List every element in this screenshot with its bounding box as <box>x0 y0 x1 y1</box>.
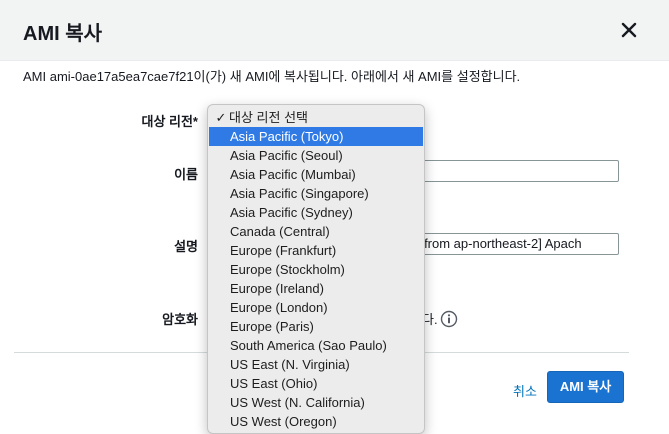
dropdown-option[interactable]: Europe (Stockholm) <box>209 260 423 279</box>
target-region-label: 대상 리전* <box>141 114 198 129</box>
close-button[interactable] <box>619 20 639 40</box>
dropdown-option[interactable]: Europe (Paris) <box>209 317 423 336</box>
region-dropdown-list[interactable]: ✓ 대상 리전 선택 Asia Pacific (Tokyo) Asia Pacif… <box>207 104 425 434</box>
info-button[interactable] <box>440 310 458 328</box>
dropdown-option[interactable]: Canada (Central) <box>209 222 423 241</box>
dropdown-option[interactable]: South America (Sao Paulo) <box>209 336 423 355</box>
dropdown-option[interactable]: Europe (Ireland) <box>209 279 423 298</box>
dropdown-option[interactable]: Asia Pacific (Singapore) <box>209 184 423 203</box>
name-label: 이름 <box>174 167 198 182</box>
dropdown-option[interactable]: US West (Oregon) <box>209 412 423 431</box>
dropdown-option[interactable]: Asia Pacific (Seoul) <box>209 146 423 165</box>
dialog-header: AMI 복사 <box>0 0 669 61</box>
dialog-title: AMI 복사 <box>23 23 103 45</box>
description-input[interactable]: 21 from ap-northeast-2] Apach <box>403 233 619 255</box>
dropdown-option[interactable]: Europe (London) <box>209 298 423 317</box>
name-input[interactable] <box>403 160 619 182</box>
dropdown-option[interactable]: Asia Pacific (Sydney) <box>209 203 423 222</box>
copy-ami-dialog: AMI 복사 AMI ami-0ae17a5ea7cae7f21이(가) 새 A… <box>0 0 669 434</box>
encryption-label: 암호화 <box>162 312 198 327</box>
dropdown-option[interactable]: US East (Ohio) <box>209 374 423 393</box>
checkmark-icon: ✓ <box>215 110 227 125</box>
copy-ami-button[interactable]: AMI 복사 <box>547 371 624 403</box>
dropdown-option[interactable]: US East (N. Virginia) <box>209 355 423 374</box>
dialog-description: AMI ami-0ae17a5ea7cae7f21이(가) 새 AMI에 복사됩… <box>23 69 521 84</box>
dropdown-option[interactable]: Europe (Frankfurt) <box>209 241 423 260</box>
dropdown-option[interactable]: US West (N. California) <box>209 393 423 412</box>
cancel-button[interactable]: 취소 <box>513 381 537 400</box>
description-label: 설명 <box>174 239 198 254</box>
dropdown-option[interactable]: Asia Pacific (Tokyo) <box>209 127 423 146</box>
dropdown-option-placeholder[interactable]: ✓ 대상 리전 선택 <box>209 108 423 127</box>
dropdown-placeholder-label: 대상 리전 선택 <box>229 110 308 125</box>
dropdown-option[interactable]: Asia Pacific (Mumbai) <box>209 165 423 184</box>
info-icon <box>440 310 458 328</box>
close-icon <box>621 22 637 38</box>
